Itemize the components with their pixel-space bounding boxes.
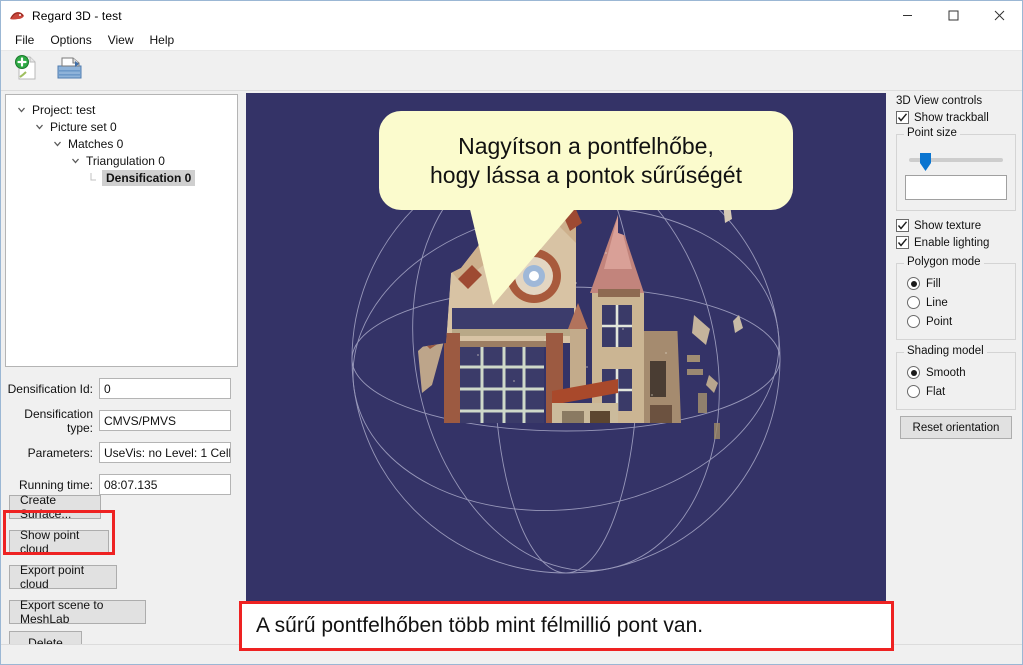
tree-node-triangulation[interactable]: Triangulation 0 [10,152,233,169]
tree-node-matches[interactable]: Matches 0 [10,135,233,152]
new-project-icon [12,53,42,88]
tree-branch-icon [88,172,99,183]
window-title: Regard 3D - test [32,8,122,23]
radio-label: Flat [926,385,946,398]
field-densification-type: Densification type: CMVS/PMVS [1,406,246,435]
reset-orientation-button[interactable]: Reset orientation [900,416,1012,439]
caption-text: A sűrű pontfelhőben több mint félmillió … [256,614,704,637]
tree-node-label: Project: test [32,102,96,117]
export-point-cloud-button[interactable]: Export point cloud [9,563,117,591]
show-texture-label: Show texture [914,219,982,232]
project-tree[interactable]: Project: test Picture set 0 Matches 0 Tr… [5,94,238,367]
menu-bar: File Options View Help [1,30,1022,51]
show-texture-row[interactable]: Show texture [890,217,1022,234]
field-label: Densification Id: [7,381,93,396]
chevron-down-icon[interactable] [34,121,45,132]
checkbox-checked-icon[interactable] [896,111,909,124]
minimize-button[interactable] [884,1,930,30]
caption-banner: A sűrű pontfelhőben több mint félmillió … [239,601,894,651]
toolbar [1,51,1022,91]
regard3d-logo-icon [8,7,26,25]
radio-unselected-icon[interactable] [907,315,920,328]
window-controls [884,1,1022,30]
open-project-button[interactable] [51,54,87,88]
callout-text: Nagyítson a pontfelhőbe, hogy lássa a po… [430,132,742,188]
chevron-down-icon[interactable] [52,138,63,149]
view-controls-title: 3D View controls [896,95,983,107]
view-controls-panel: 3D View controls Show trackball Point si… [890,91,1022,644]
menu-options[interactable]: Options [42,31,99,50]
densification-id-input[interactable]: 0 [99,378,231,399]
field-densification-id: Densification Id: 0 [1,376,246,401]
radio-shading-smooth[interactable]: Smooth [903,363,1009,382]
shading-model-legend: Shading model [904,345,987,357]
checkbox-checked-icon[interactable] [896,219,909,232]
polygon-mode-legend: Polygon mode [904,256,984,268]
point-size-slider[interactable] [905,149,1007,171]
stray-point-fragments [687,197,743,439]
action-button-stack: Create Surface... Show point cloud Expor… [9,491,244,662]
enable-lighting-label: Enable lighting [914,236,990,249]
field-parameters: Parameters: UseVis: no Level: 1 Cell si [1,440,246,465]
new-project-button[interactable] [9,54,45,88]
radio-label: Smooth [926,366,966,379]
chevron-down-icon[interactable] [70,155,81,166]
enable-lighting-row[interactable]: Enable lighting [890,234,1022,251]
tree-node-label: Picture set 0 [50,119,117,134]
callout-bubble: Nagyítson a pontfelhőbe, hogy lássa a po… [379,111,793,210]
tree-node-label: Densification 0 [102,169,196,186]
radio-selected-icon[interactable] [907,277,920,290]
create-surface-button[interactable]: Create Surface... [9,493,101,521]
radio-label: Fill [926,277,941,290]
tree-node-label: Matches 0 [68,136,124,151]
show-trackball-label: Show trackball [914,111,989,124]
shading-model-group: Shading model Smooth Flat [896,345,1016,410]
title-bar: Regard 3D - test [1,1,1022,30]
polygon-mode-group: Polygon mode Fill Line Point [896,256,1016,340]
point-size-value-input[interactable] [905,175,1007,200]
radio-unselected-icon[interactable] [907,296,920,309]
menu-file[interactable]: File [7,31,42,50]
menu-help[interactable]: Help [142,31,183,50]
densification-type-input[interactable]: CMVS/PMVS [99,410,231,431]
radio-polygon-fill[interactable]: Fill [903,274,1009,293]
callout-tail [467,197,585,305]
left-panel: Project: test Picture set 0 Matches 0 Tr… [1,91,246,655]
tree-node-picture-set[interactable]: Picture set 0 [10,118,233,135]
show-trackball-row[interactable]: Show trackball [890,109,1022,126]
radio-label: Line [926,296,948,309]
slider-thumb[interactable] [919,152,931,171]
tree-node-label: Triangulation 0 [86,153,165,168]
show-point-cloud-button[interactable]: Show point cloud [9,528,109,556]
field-label: Running time: [18,477,93,492]
menu-view[interactable]: View [100,31,142,50]
point-size-legend: Point size [904,127,960,139]
callout-line-1: Nagyítson a pontfelhőbe, [458,133,714,160]
close-button[interactable] [976,1,1022,30]
radio-label: Point [926,315,953,328]
radio-shading-flat[interactable]: Flat [903,382,1009,401]
checkbox-checked-icon[interactable] [896,236,909,249]
field-label: Parameters: [27,445,93,460]
radio-unselected-icon[interactable] [907,385,920,398]
tree-node-densification[interactable]: Densification 0 [10,169,233,186]
point-size-group: Point size [896,127,1016,211]
densification-details: Densification Id: 0 Densification type: … [1,376,246,504]
maximize-button[interactable] [930,1,976,30]
field-label: Densification type: [24,406,93,435]
export-scene-to-meshlab-button[interactable]: Export scene to MeshLab [9,598,146,626]
radio-selected-icon[interactable] [907,366,920,379]
radio-polygon-point[interactable]: Point [903,312,1009,331]
application-window: Regard 3D - test File Options View Help [0,0,1023,665]
tree-node-project[interactable]: Project: test [10,101,233,118]
chevron-down-icon[interactable] [16,104,27,115]
open-project-icon [53,53,85,88]
parameters-input[interactable]: UseVis: no Level: 1 Cell si [99,442,231,463]
callout-line-2: hogy lássa a pontok sűrűségét [430,161,742,188]
radio-polygon-line[interactable]: Line [903,293,1009,312]
